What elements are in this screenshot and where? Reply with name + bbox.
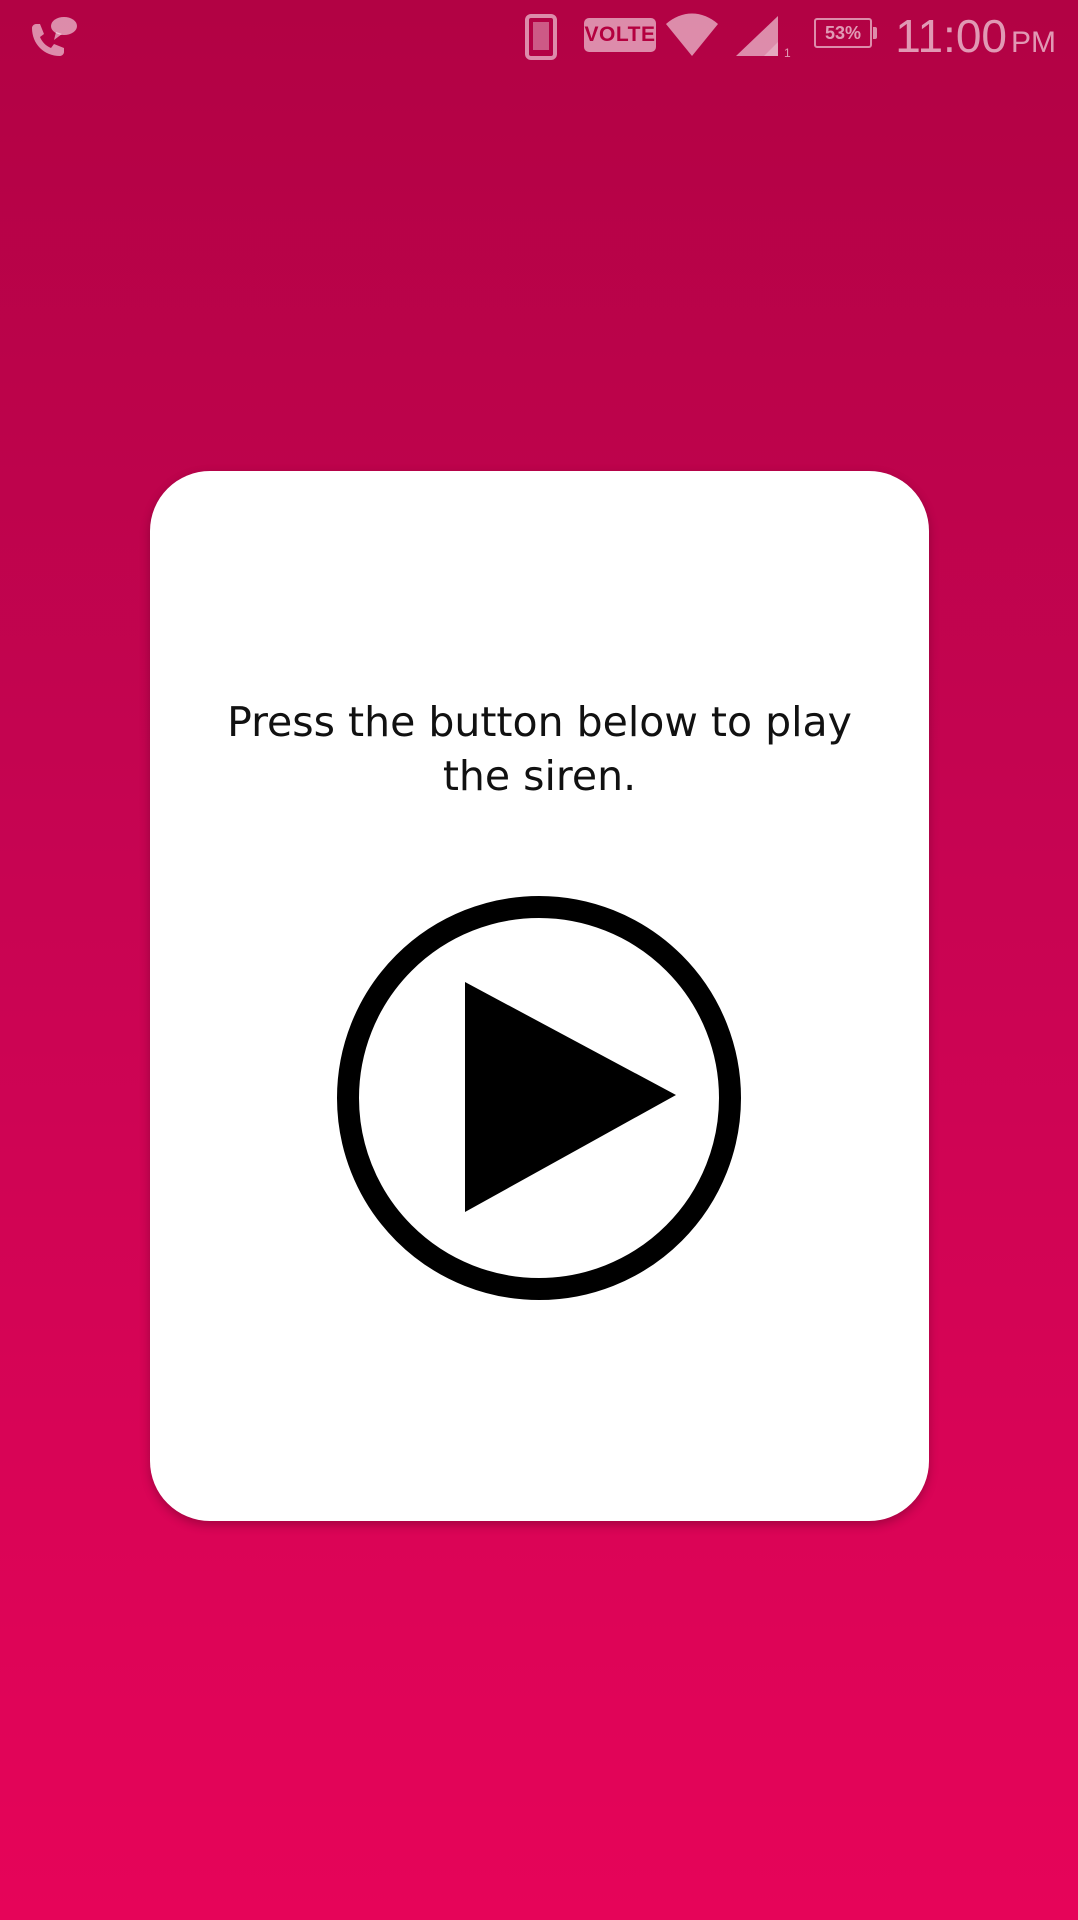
battery-percent: 53% [814, 18, 872, 48]
volte-badge: VOLTE [584, 18, 656, 52]
battery-icon: 53% [814, 18, 877, 50]
status-bar: VOLTE 1 53% 11:00 PM [0, 0, 1078, 72]
signal-sub-label: 1 [784, 46, 791, 58]
wifi-icon [664, 12, 720, 58]
call-chat-notification-icon [26, 14, 80, 62]
play-circle-icon [337, 896, 741, 1300]
instruction-text: Press the button below to play the siren… [227, 698, 852, 800]
cell-signal-icon: 1 [734, 14, 792, 60]
clock-time: 11:00 [895, 10, 1007, 62]
siren-card: Press the button below to play the siren… [150, 471, 929, 1521]
clock-ampm: PM [1011, 26, 1056, 59]
play-siren-button[interactable] [336, 895, 742, 1301]
phone-icon [524, 14, 558, 60]
clock: 11:00 PM [895, 6, 1056, 73]
battery-tip [873, 27, 877, 39]
